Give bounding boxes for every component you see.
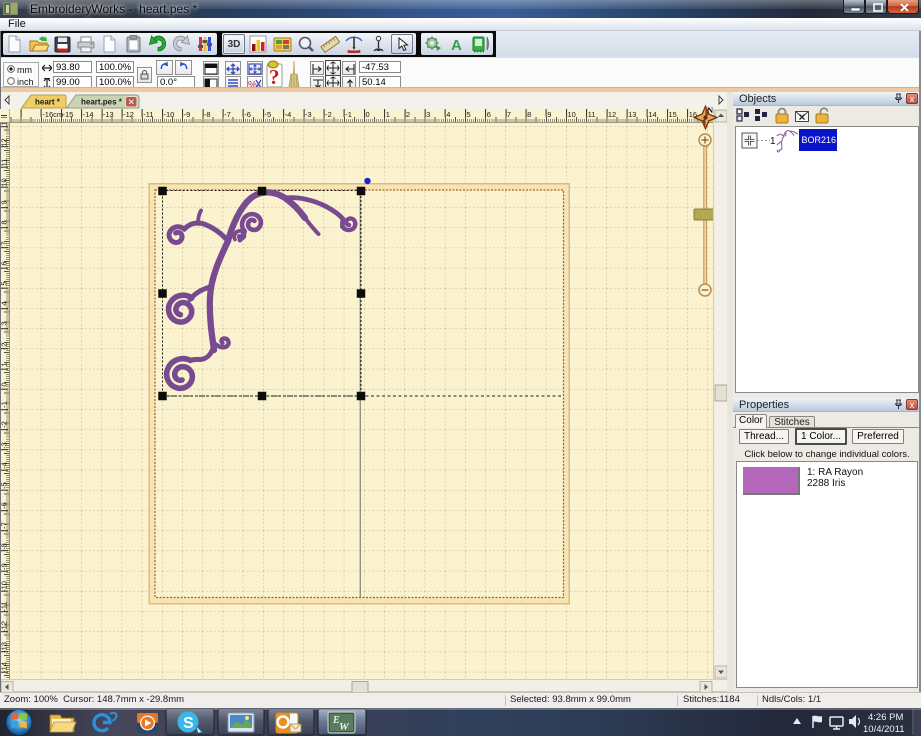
svg-text:?: ? [269, 65, 280, 89]
svg-text:heart.pes *: heart.pes * [81, 98, 123, 107]
svg-text:N: N [707, 106, 713, 115]
svg-text:10/4/2011: 10/4/2011 [863, 724, 905, 735]
svg-text:4:26 PM: 4:26 PM [868, 712, 903, 723]
svg-text:W: W [339, 721, 350, 733]
svg-text:inch: inch [17, 77, 34, 86]
svg-text:heart *: heart * [35, 98, 61, 107]
svg-text:mm: mm [17, 65, 32, 75]
svg-text:1: 1 [770, 136, 776, 147]
svg-text:S: S [183, 715, 194, 732]
svg-text:BOR216: BOR216 [802, 135, 837, 145]
svg-text:A: A [451, 37, 462, 53]
